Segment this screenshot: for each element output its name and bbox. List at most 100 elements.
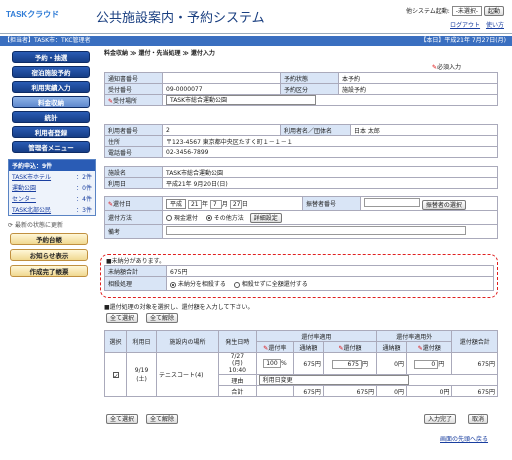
col-rate: ✎還付率 — [255, 341, 294, 353]
col-refund: ✎還付額 — [322, 341, 378, 353]
menu-shukuhaku[interactable]: 宿泊施設予約 — [12, 66, 90, 78]
unpaid-label: 未納額合計 — [104, 265, 167, 277]
refund-input[interactable]: 675 — [331, 359, 362, 369]
type-value: 施設予約 — [338, 83, 498, 95]
refund-form: ✎還付日 平成 21 年 7月 27日 振替者番号 振替者の選択 還付方法 現金還… — [104, 196, 498, 239]
offset-label: 相殺処理 — [104, 276, 167, 291]
menu-yoyaku[interactable]: 予約・抽選 — [12, 51, 90, 63]
request-name[interactable]: センター — [12, 194, 36, 203]
help-link[interactable]: 使い方 — [486, 22, 504, 29]
sum-paid: 675円 — [292, 385, 324, 397]
payer-select-button[interactable]: 振替者の選択 — [421, 199, 466, 210]
required-note: ✎必須入力 — [432, 62, 461, 71]
launch-button[interactable]: 起動 — [483, 6, 504, 16]
row-occur: 7/27 (月) 10:40 — [217, 352, 257, 375]
remarks-input[interactable] — [166, 226, 466, 235]
offset-no-radio[interactable] — [233, 281, 240, 288]
done-button[interactable]: 入力完了 — [424, 414, 457, 424]
facility: TASK市総合運動公園 — [162, 166, 498, 178]
month-input[interactable]: 7 — [209, 199, 222, 209]
unpaid-amount: 675円 — [166, 265, 494, 277]
refund-unit: 円 — [361, 360, 368, 368]
rate-input[interactable]: 100 — [262, 359, 281, 368]
refresh-label: 最新の状態に更新 — [14, 222, 63, 229]
unpaid-title: ■未納分があります。 — [106, 258, 166, 265]
request-name[interactable]: TASK北部公民 — [12, 205, 51, 214]
refund2-input[interactable]: 0 — [414, 359, 439, 369]
sum-refund2: 0円 — [405, 385, 453, 397]
cancel-button[interactable]: 取消 — [468, 414, 489, 424]
payer-input[interactable] — [364, 197, 420, 207]
accept-no: 09-0000077 — [162, 83, 281, 95]
menu-admin[interactable]: 管理者メニュー — [12, 141, 90, 153]
year-unit: 年 — [201, 200, 208, 208]
other-system-select[interactable]: -未選択- — [451, 6, 483, 16]
report-button[interactable]: 作成完了帳票 — [10, 265, 88, 277]
detail-button[interactable]: 詳細設定 — [249, 212, 282, 223]
offset-yes-radio[interactable] — [170, 281, 176, 288]
row-checkbox[interactable]: ✓ — [112, 371, 119, 380]
back-to-top-link[interactable]: 画面の先頭へ戻る — [440, 434, 488, 443]
request-item[interactable]: TASK北部公民 ：3件 — [9, 204, 95, 215]
method-cash-radio[interactable] — [166, 215, 172, 221]
payer-label: 振替者番号 — [302, 196, 361, 211]
select-all-button-bottom[interactable]: 全て選択 — [106, 414, 139, 424]
reason-label: 理由 — [217, 374, 257, 386]
year-input[interactable]: 21 — [187, 199, 202, 209]
user-no: 2 — [162, 124, 281, 136]
col-paid: 通納額 — [292, 341, 324, 353]
col-notax: 還付率適用外 — [376, 330, 453, 342]
user-name: 日本 太郎 — [350, 124, 498, 136]
notice-button[interactable]: お知らせ表示 — [10, 249, 88, 261]
ledger-button[interactable]: 予約台帳 — [10, 233, 88, 245]
select-all-button[interactable]: 全て選択 — [106, 313, 139, 323]
request-item[interactable]: TASK市ホテル ：2件 — [9, 171, 95, 182]
day-unit: 日 — [241, 200, 248, 208]
logout-link[interactable]: ログアウト — [450, 22, 480, 29]
accept-label: 受付番号 — [104, 83, 163, 95]
place-label-text: 受付場所 — [113, 97, 138, 105]
menu-ryokin[interactable]: 料金収納 — [12, 96, 90, 108]
refresh-link[interactable]: ⟳ 最新の状態に更新 — [8, 220, 98, 229]
user-no-label: 利用者番号 — [104, 124, 163, 136]
sum-refund: 675円 — [322, 385, 378, 397]
date-label: 利用日 — [104, 177, 163, 189]
operator-info: 【担当者】TASK市：TKC管理者 — [4, 37, 91, 44]
request-count: ：2件 — [76, 174, 92, 181]
request-item[interactable]: センター ：4件 — [9, 193, 95, 204]
request-item[interactable]: 運動公園 ：0件 — [9, 182, 95, 193]
menu-jisseki[interactable]: 利用実績入力 — [12, 81, 90, 93]
request-count: ：3件 — [76, 207, 92, 214]
era-select[interactable]: 平成 — [166, 198, 187, 209]
method-other-label: その他方法 — [213, 214, 244, 222]
clear-all-button[interactable]: 全て解除 — [146, 313, 179, 323]
offset-form: 未納額合計 675円 相殺処理 未納分を相殺する 相殺せずに全額還付する — [104, 265, 494, 291]
col-date: 利用日 — [126, 330, 157, 353]
breadcrumb: 料金収納 ≫ 還付・先当処理 ≫ 還付入力 — [104, 50, 215, 57]
day-input[interactable]: 27 — [229, 199, 242, 209]
sum-label: 合計 — [217, 385, 257, 397]
reason-select[interactable]: 利用日変更 — [258, 375, 409, 385]
request-count: ：0件 — [76, 185, 92, 192]
menu-tokei[interactable]: 統計 — [12, 111, 90, 123]
menu-user[interactable]: 利用者登録 — [12, 126, 90, 138]
col-tax: 還付率適用 — [255, 330, 378, 342]
col-select: 選択 — [103, 330, 128, 353]
row-paid2: 0円 — [376, 352, 407, 375]
request-box: 予約申込：9件 TASK市ホテル ：2件 運動公園 ：0件 センター ：4件 TASK… — [8, 159, 96, 216]
system-name: 公共施設案内・予約システム — [96, 11, 265, 26]
table-hint: ■還付処理の対象を選択し、還付額を入力して下さい。 — [104, 304, 254, 311]
user-name-label: 利用者名／団体名 — [280, 124, 351, 136]
request-name[interactable]: TASK市ホテル — [12, 172, 51, 181]
method-other-radio[interactable] — [205, 215, 212, 221]
row-paid: 675円 — [292, 352, 324, 375]
request-name[interactable]: 運動公園 — [12, 183, 36, 192]
place-select[interactable]: TASK市総合運動公園 — [166, 95, 316, 105]
table-row: ✓ 9/19 (土) テニスコート(4) 7/27 (月) 10:40 100%… — [103, 352, 498, 397]
month-unit: 月 — [221, 200, 228, 208]
clear-all-button-bottom[interactable]: 全て解除 — [146, 414, 179, 424]
sum-paid2: 0円 — [376, 385, 407, 397]
address: 〒123-4567 東京都中央区たすく町１－１－１ — [162, 135, 498, 147]
address-label: 住所 — [104, 135, 163, 147]
col-paid2: 通納額 — [376, 341, 407, 353]
